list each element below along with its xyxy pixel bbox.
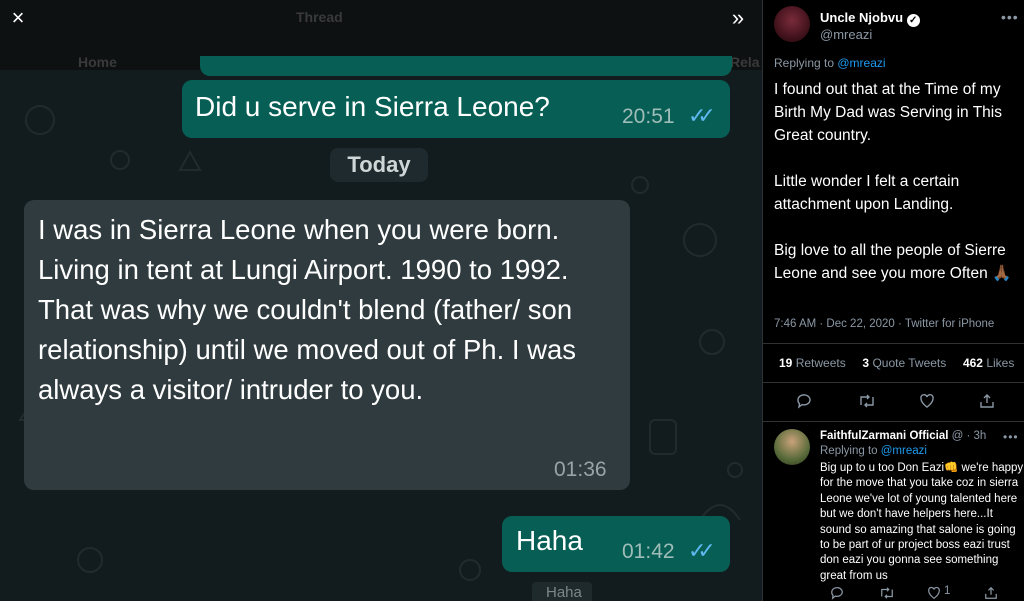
reply-like-icon[interactable] (927, 586, 941, 600)
reply-reply-icon[interactable] (830, 586, 844, 600)
reply-header: FaithfulZarmani Official @ · 3h (820, 430, 986, 442)
reply-text: Big up to u too Don Eazi👊 we're happy fo… (820, 462, 1024, 582)
divider (763, 343, 1024, 344)
likes-stat[interactable]: 462 Likes (963, 356, 1014, 370)
outgoing-message-bubble: Did u serve in Sierra Leone? 20:51 ✓✓ (182, 80, 730, 138)
close-icon[interactable]: × (6, 6, 30, 30)
read-receipt-icon: ✓✓ (688, 538, 716, 563)
reply-likes-count: 1 (944, 585, 951, 597)
reply-replying-to: Replying to @mreazi (820, 445, 927, 457)
tweet-stats: 19 Retweets 3 Quote Tweets 462 Likes (779, 356, 1014, 370)
tweet-side-panel: Uncle Njobvu ✓ @mreazi ••• Replying to @… (762, 0, 1024, 601)
divider (763, 382, 1024, 383)
message-text: Haha (516, 525, 583, 556)
reply-author-avatar[interactable] (774, 429, 810, 465)
background-thread-label: Thread (296, 9, 343, 25)
author-handle[interactable]: @mreazi (820, 27, 872, 42)
replying-to-link[interactable]: @mreazi (837, 56, 885, 70)
retweet-icon[interactable] (858, 393, 876, 409)
message-time: 20:51 (622, 105, 675, 128)
reply-replying-to-link[interactable]: @mreazi (881, 445, 927, 457)
author-avatar[interactable] (774, 6, 810, 42)
reply-icon[interactable] (796, 393, 812, 409)
author-name[interactable]: Uncle Njobvu ✓ (820, 10, 920, 27)
quote-tweets-stat[interactable]: 3 Quote Tweets (862, 356, 946, 370)
previous-message-bubble (200, 56, 732, 76)
reply-author-name[interactable]: FaithfulZarmani Official (820, 430, 948, 442)
reply-share-icon[interactable] (984, 586, 998, 600)
share-icon[interactable] (979, 393, 995, 409)
message-text: I was in Sierra Leone when you were born… (38, 214, 577, 405)
background-rel-label: Rela (730, 54, 760, 70)
message-time: 01:42 (622, 540, 675, 563)
like-icon[interactable] (919, 393, 935, 409)
incoming-message-bubble: I was in Sierra Leone when you were born… (24, 200, 630, 490)
outgoing-message-bubble: Haha 01:42 ✓✓ (502, 516, 730, 572)
date-divider: Today (330, 148, 428, 182)
more-options-icon[interactable]: ••• (1001, 9, 1019, 25)
chevrons-right-icon[interactable]: » (724, 6, 752, 30)
message-time: 01:36 (554, 458, 607, 481)
next-message-peek: Haha (532, 582, 592, 601)
reply-retweet-icon[interactable] (879, 586, 895, 600)
reply-more-options-icon[interactable]: ••• (1003, 430, 1019, 444)
retweets-stat[interactable]: 19 Retweets (779, 356, 846, 370)
media-viewer: Thread Home Rela × » Did u serve in Sier… (0, 0, 762, 601)
tweet-timestamp[interactable]: 7:46 AM · Dec 22, 2020 · Twitter for iPh… (774, 318, 994, 330)
read-receipt-icon: ✓✓ (688, 103, 716, 128)
message-text: Did u serve in Sierra Leone? (195, 91, 550, 122)
verified-badge-icon: ✓ (906, 14, 920, 27)
tweet-text: I found out that at the Time of my Birth… (774, 81, 1012, 282)
background-home-label: Home (78, 54, 117, 70)
divider (763, 421, 1024, 422)
reply-meta: @ · 3h (951, 430, 987, 442)
replying-to: Replying to @mreazi (774, 56, 886, 70)
